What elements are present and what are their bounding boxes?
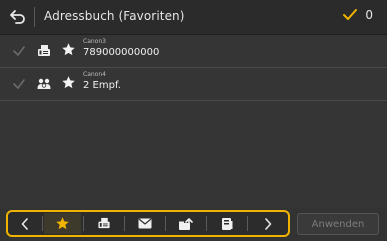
checkmark-icon	[13, 46, 25, 56]
apply-button[interactable]: Anwenden	[297, 213, 379, 235]
page-title: Adressbuch (Favoriten)	[44, 9, 185, 23]
selection-counter: 0	[343, 8, 373, 22]
entry-detail: 2 Empf.	[83, 80, 121, 91]
file-server-filter-button[interactable]	[208, 213, 245, 234]
envelope-icon	[138, 218, 151, 229]
bottom-bar: Anwenden	[0, 208, 387, 241]
shared-folder-icon	[179, 217, 193, 230]
chevron-left-icon	[21, 217, 28, 230]
entry-name: Canon4	[83, 71, 106, 78]
favorites-filter-button[interactable]	[44, 213, 81, 234]
back-button[interactable]	[4, 4, 32, 30]
filter-divider	[206, 216, 207, 231]
filter-divider	[165, 216, 166, 231]
filter-divider	[247, 216, 248, 231]
list-item[interactable]: Canon3 789000000000	[0, 35, 387, 68]
star-icon	[62, 76, 75, 89]
fax-icon	[97, 217, 110, 229]
selected-count: 0	[365, 8, 373, 22]
filter-divider	[42, 216, 43, 231]
star-icon	[62, 43, 75, 56]
entry-name: Canon3	[83, 38, 106, 45]
file-server-icon	[221, 217, 232, 230]
scroll-left-button[interactable]	[10, 213, 40, 234]
address-type-filter-bar	[6, 210, 290, 237]
header-bar: Adressbuch (Favoriten) 0	[0, 0, 387, 35]
checkmark-icon	[343, 9, 358, 20]
email-filter-button[interactable]	[126, 213, 163, 234]
checkmark-icon	[13, 79, 25, 89]
fax-icon	[38, 45, 50, 56]
fax-filter-button[interactable]	[85, 213, 122, 234]
header-divider	[34, 7, 35, 27]
chevron-right-icon	[264, 217, 271, 230]
star-icon	[56, 217, 69, 230]
filter-divider	[83, 216, 84, 231]
filter-divider	[124, 216, 125, 231]
group-icon	[37, 78, 51, 89]
favorites-list: Canon3 789000000000 Canon4 2 Empf.	[0, 35, 387, 208]
entry-detail: 789000000000	[83, 47, 160, 58]
shared-folder-filter-button[interactable]	[167, 213, 204, 234]
address-book-screen: Adressbuch (Favoriten) 0 Canon3 78900000…	[0, 0, 387, 241]
list-item[interactable]: Canon4 2 Empf.	[0, 68, 387, 101]
back-arrow-icon	[10, 10, 25, 24]
scroll-right-button[interactable]	[249, 213, 286, 234]
